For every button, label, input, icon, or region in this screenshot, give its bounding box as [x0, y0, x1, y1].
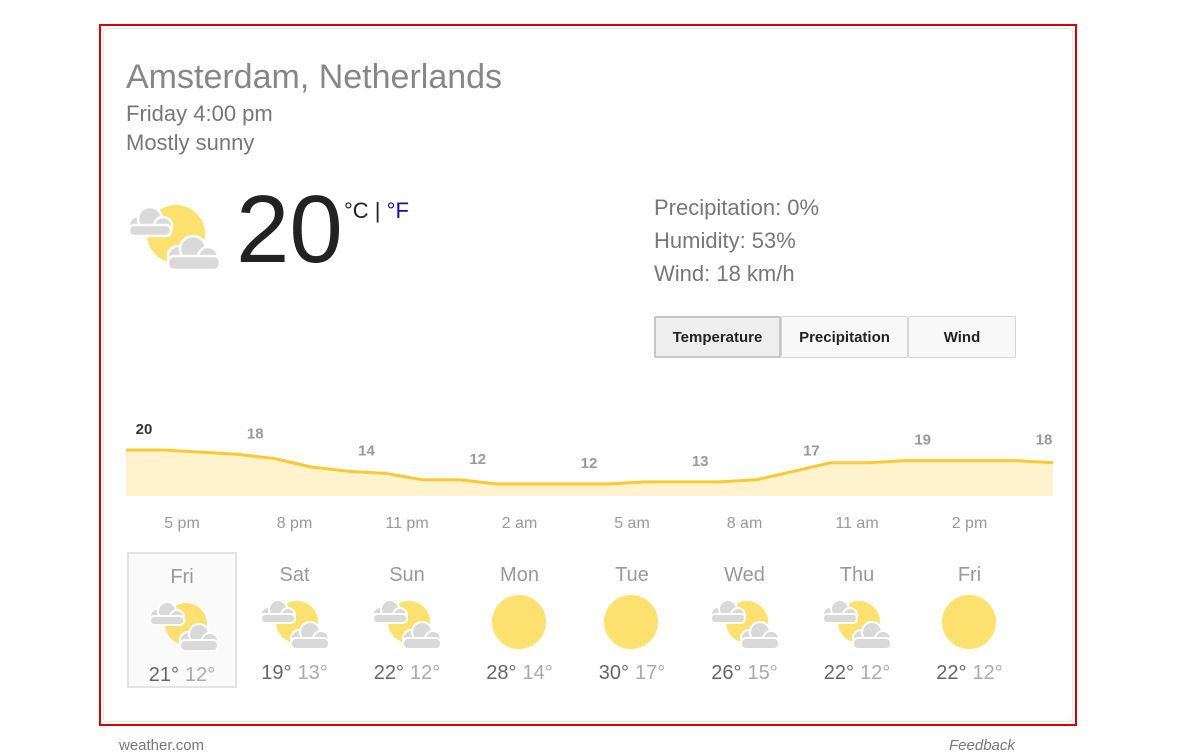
- forecast-day-wed[interactable]: Wed 26° 15°: [690, 552, 800, 688]
- hour-label: 5 am: [614, 515, 650, 532]
- day-low: 12°: [185, 664, 216, 686]
- day-temps: 30° 17°: [577, 662, 687, 685]
- source-link[interactable]: weather.com: [119, 737, 204, 754]
- day-high: 22°: [823, 662, 854, 684]
- chart-value-label: 19: [914, 432, 931, 449]
- chart-value-label: 13: [692, 453, 709, 470]
- current-temperature: 20: [236, 176, 343, 283]
- hour-label: 2 am: [501, 515, 538, 532]
- day-high: 22°: [373, 662, 404, 684]
- sunny-icon: [941, 595, 996, 649]
- precipitation-detail: Precipitation: 0%: [654, 195, 820, 220]
- day-temps: 19° 13°: [240, 662, 350, 685]
- day-high: 28°: [486, 662, 517, 684]
- day-high: 21°: [148, 664, 179, 686]
- forecast-day-mon[interactable]: Mon 28° 14°: [465, 552, 575, 688]
- hour-label: 8 am: [726, 515, 763, 532]
- chart-value-label: 12: [581, 455, 598, 472]
- chart-value-label: 12: [469, 451, 486, 468]
- forecast-day-sat[interactable]: Sat 19° 13°: [240, 552, 350, 688]
- day-high: 19°: [261, 662, 292, 684]
- tab-wind[interactable]: Wind: [908, 316, 1016, 358]
- forecast-day-sun[interactable]: Sun 22° 12°: [352, 552, 462, 688]
- sunny-icon: [491, 595, 546, 649]
- day-name: Fri: [957, 564, 982, 586]
- unit-celsius: °C: [344, 198, 369, 223]
- day-temps: 22° 12°: [802, 662, 912, 685]
- day-temps: 21° 12°: [129, 664, 235, 687]
- day-name: Mon: [500, 564, 539, 586]
- tab-precipitation[interactable]: Precipitation: [781, 316, 908, 358]
- tab-temperature[interactable]: Temperature: [654, 316, 781, 358]
- condition: Mostly sunny: [126, 130, 255, 155]
- day-name: Sun: [389, 564, 425, 586]
- day-temps: 28° 14°: [465, 662, 575, 685]
- hour-label: 11 am: [835, 515, 879, 532]
- day-name: Thu: [839, 564, 875, 586]
- chart-value-label: 18: [1036, 432, 1053, 449]
- sunny-icon: [604, 595, 658, 649]
- day-low: 12°: [410, 662, 441, 684]
- day-low: 17°: [635, 662, 666, 684]
- partly-sunny-icon: [259, 599, 329, 650]
- unit-separator: |: [368, 198, 387, 223]
- location-title: Amsterdam, Netherlands: [126, 58, 503, 96]
- day-high: 22°: [936, 662, 967, 684]
- forecast-day-thu[interactable]: Thu 22° 12°: [802, 552, 912, 688]
- day-name: Fri: [170, 566, 194, 588]
- unit-switcher: °C | °F: [344, 198, 409, 224]
- humidity-detail: Humidity: 53%: [654, 228, 796, 253]
- forecast-day-tue[interactable]: Tue 30° 17°: [577, 552, 687, 688]
- day-low: 15°: [747, 662, 778, 684]
- partly-sunny-icon: [822, 599, 891, 650]
- chart-value-label: 14: [358, 442, 375, 459]
- day-name: Tue: [615, 564, 649, 586]
- day-low: 14°: [522, 662, 553, 684]
- chart-value-label: 20: [136, 421, 153, 438]
- datetime: Friday 4:00 pm: [126, 101, 273, 126]
- day-low: 13°: [297, 662, 328, 684]
- hour-label: 5 pm: [164, 515, 200, 532]
- day-temps: 26° 15°: [690, 662, 800, 685]
- day-high: 26°: [711, 662, 742, 684]
- partly-sunny-icon: [149, 601, 218, 652]
- partly-sunny-icon: [372, 599, 441, 650]
- wind-detail: Wind: 18 km/h: [654, 261, 795, 286]
- forecast-day-fri[interactable]: Fri 21° 12°: [127, 552, 237, 688]
- day-name: Wed: [724, 564, 765, 586]
- unit-fahrenheit-link[interactable]: °F: [387, 198, 409, 223]
- day-high: 30°: [598, 662, 629, 684]
- day-temps: 22° 12°: [915, 662, 1025, 685]
- partly-sunny-icon: [127, 205, 222, 272]
- chart-value-label: 17: [803, 442, 820, 459]
- hour-label: 11 pm: [385, 515, 429, 532]
- day-temps: 22° 12°: [352, 662, 462, 685]
- chart-value-label: 18: [247, 425, 264, 442]
- partly-sunny-icon: [709, 599, 779, 650]
- temperature-chart: 20 18 14 12 12 13 17 19 18: [126, 421, 1054, 496]
- day-low: 12°: [860, 662, 891, 684]
- hour-label: 2 pm: [951, 515, 988, 532]
- feedback-link[interactable]: Feedback: [949, 737, 1015, 754]
- day-low: 12°: [972, 662, 1003, 684]
- hour-label: 8 pm: [276, 515, 313, 532]
- day-name: Sat: [279, 564, 310, 586]
- forecast-day-fri[interactable]: Fri 22° 12°: [915, 552, 1025, 688]
